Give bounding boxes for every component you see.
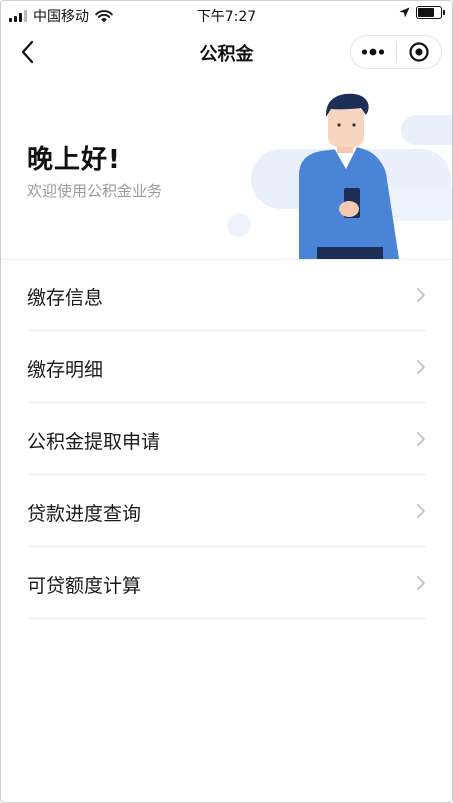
- menu-item-loan-calculator[interactable]: 可贷额度计算: [1, 547, 452, 619]
- greeting-title: 晚上好!: [27, 145, 121, 175]
- menu-item-deposit-details[interactable]: 缴存明细: [1, 331, 452, 403]
- menu-item-label: 公积金提取申请: [27, 431, 161, 453]
- status-bar: 中国移动 下午7:27: [1, 1, 452, 29]
- status-time: 下午7:27: [196, 9, 257, 25]
- service-menu-list: 缴存信息 缴存明细 公积金提取申请 贷款进度查询 可贷额度计算: [1, 259, 452, 619]
- menu-item-deposit-info[interactable]: 缴存信息: [1, 259, 452, 331]
- menu-item-label: 缴存信息: [27, 287, 104, 309]
- chevron-right-icon: [417, 576, 425, 590]
- menu-item-loan-progress[interactable]: 贷款进度查询: [1, 475, 452, 547]
- row-divider: [27, 618, 426, 619]
- menu-item-label: 缴存明细: [27, 359, 104, 381]
- greeting-banner: 晚上好! 欢迎使用公积金业务: [1, 75, 452, 260]
- battery-icon: [416, 6, 445, 19]
- chevron-right-icon: [417, 360, 425, 374]
- more-button[interactable]: [351, 36, 396, 68]
- menu-item-label: 贷款进度查询: [27, 503, 142, 525]
- close-button[interactable]: [396, 36, 441, 68]
- miniprogram-capsule: [350, 35, 442, 69]
- person-with-phone-illustration: [227, 93, 452, 259]
- nav-bar: 公积金: [1, 29, 452, 75]
- location-arrow-icon: [399, 7, 410, 18]
- target-circle-icon: [409, 42, 429, 62]
- menu-item-label: 可贷额度计算: [27, 575, 142, 597]
- status-right: [399, 6, 445, 19]
- more-dots-icon: [362, 48, 385, 56]
- chevron-right-icon: [417, 504, 425, 518]
- chevron-right-icon: [417, 432, 425, 446]
- app-window: 中国移动 下午7:27 公积金 晚上好! 欢迎使用公积金业务 缴存信息 缴存明细…: [0, 0, 453, 803]
- greeting-subtitle: 欢迎使用公积金业务: [27, 182, 163, 200]
- chevron-right-icon: [417, 288, 425, 302]
- menu-item-withdrawal-application[interactable]: 公积金提取申请: [1, 403, 452, 475]
